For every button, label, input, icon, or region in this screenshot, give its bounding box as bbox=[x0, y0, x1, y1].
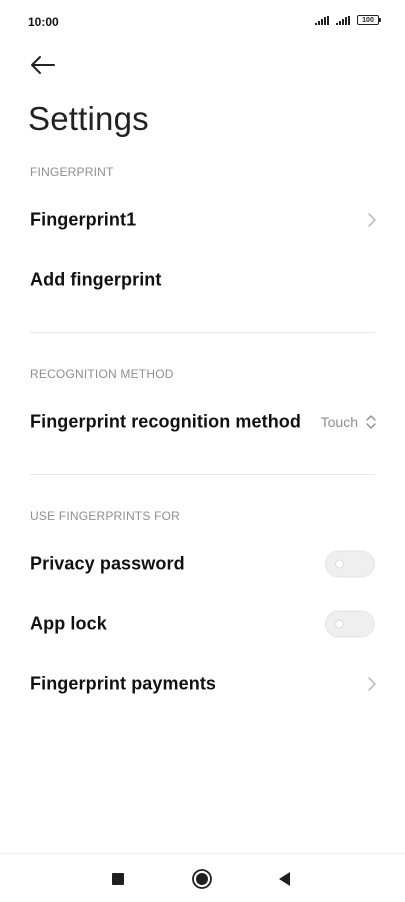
add-fingerprint-label: Add fingerprint bbox=[30, 269, 162, 290]
navigation-bar bbox=[0, 853, 405, 902]
battery-icon: 100 bbox=[357, 15, 381, 25]
app-lock-toggle[interactable] bbox=[325, 610, 375, 638]
privacy-password-label: Privacy password bbox=[30, 553, 185, 574]
section-header-use-for: USE FINGERPRINTS FOR bbox=[30, 509, 181, 523]
back-triangle-icon bbox=[279, 872, 290, 886]
recognition-method-item[interactable]: Fingerprint recognition method Touch bbox=[0, 392, 405, 452]
home-button[interactable] bbox=[191, 868, 213, 890]
chevron-right-icon bbox=[368, 677, 376, 691]
app-lock-label: App lock bbox=[30, 613, 107, 634]
recognition-method-label: Fingerprint recognition method bbox=[30, 411, 301, 432]
status-bar: 10:00 100 bbox=[0, 0, 405, 44]
battery-level: 100 bbox=[362, 17, 374, 24]
back-button[interactable] bbox=[26, 50, 60, 80]
toggle-knob bbox=[335, 619, 344, 629]
recents-button[interactable] bbox=[107, 868, 129, 890]
recognition-method-value: Touch bbox=[320, 414, 358, 430]
status-time: 10:00 bbox=[28, 15, 59, 29]
fingerprint-payments-item[interactable]: Fingerprint payments bbox=[0, 654, 405, 714]
chevron-right-icon bbox=[368, 213, 376, 227]
section-header-fingerprint: FINGERPRINT bbox=[30, 165, 114, 179]
fingerprint1-item[interactable]: Fingerprint1 bbox=[0, 190, 405, 250]
divider bbox=[30, 474, 375, 475]
section-header-recognition: RECOGNITION METHOD bbox=[30, 367, 174, 381]
fingerprint-payments-label: Fingerprint payments bbox=[30, 673, 217, 694]
status-icons: 100 bbox=[315, 15, 381, 25]
signal-icon bbox=[315, 15, 329, 25]
signal-icon bbox=[336, 15, 350, 25]
toggle-knob bbox=[335, 559, 344, 569]
up-down-chevron-icon bbox=[366, 415, 376, 429]
app-lock-item[interactable]: App lock bbox=[0, 594, 405, 654]
recents-square-icon bbox=[112, 873, 124, 885]
home-circle-icon bbox=[192, 869, 212, 889]
back-arrow-icon bbox=[31, 56, 55, 74]
privacy-password-item[interactable]: Privacy password bbox=[0, 534, 405, 594]
nav-back-button[interactable] bbox=[274, 868, 296, 890]
fingerprint1-label: Fingerprint1 bbox=[30, 209, 137, 230]
divider bbox=[30, 332, 375, 333]
add-fingerprint-item[interactable]: Add fingerprint bbox=[0, 250, 405, 310]
privacy-password-toggle[interactable] bbox=[325, 550, 375, 578]
page-title: Settings bbox=[28, 100, 149, 137]
